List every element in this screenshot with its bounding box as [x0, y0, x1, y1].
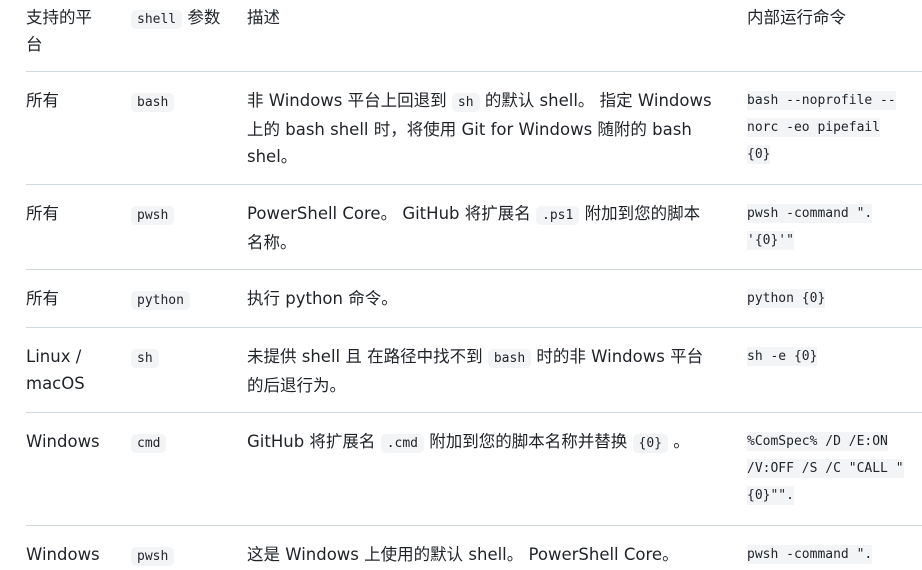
row-command: %ComSpec% /D /E:ON /V:OFF /S /C "CALL " … — [747, 428, 919, 509]
cmd-line: %ComSpec% /D /E:ON — [747, 428, 919, 455]
desc-text: 时的非 Windows 平台 — [536, 347, 704, 366]
desc-text: 。 — [673, 432, 690, 451]
cmd-text: /V:OFF /S /C "CALL " — [747, 459, 904, 478]
cmd-line: pwsh -command ". — [747, 200, 919, 227]
desc-code: .cmd — [380, 434, 424, 453]
row-platform: 所有 — [26, 289, 59, 308]
row-command: pwsh -command ". '{0}'" — [747, 200, 919, 254]
cmd-line: norc -eo pipefail — [747, 114, 919, 141]
cmd-line: bash --noprofile -- — [747, 87, 919, 114]
row-platform: Windows — [26, 432, 100, 451]
cmd-text: pwsh -command ". — [747, 545, 873, 564]
desc-text: 未提供 shell 且 在路径中找不到 — [247, 347, 483, 366]
table-header-row: 支持的平 台 shell 参数 描述 内部运行命令 — [0, 4, 922, 70]
divider — [26, 412, 922, 413]
row-platform: Windows — [26, 545, 100, 564]
param-code: pwsh — [131, 206, 175, 225]
header-param-code: shell — [131, 10, 183, 29]
row-command: sh -e {0} — [747, 343, 919, 370]
row-param: python — [131, 285, 241, 314]
row-platform: Linux / macOS — [26, 343, 116, 397]
row-description: 非 Windows 平台上回退到 sh 的默认 shell。 指定 Window… — [247, 87, 732, 170]
cmd-line: sh -e {0} — [747, 343, 919, 370]
desc-text: 的默认 shell。 指定 Windows — [484, 91, 712, 110]
cmd-text: {0} — [747, 145, 771, 164]
desc-code: {0} — [632, 434, 668, 453]
param-code: cmd — [131, 434, 167, 453]
header-cmd: 内部运行命令 — [747, 8, 846, 27]
cmd-line: pwsh -command ". — [747, 541, 919, 568]
desc-text: 非 Windows 平台上回退到 — [247, 91, 447, 110]
desc-code: .ps1 — [536, 206, 580, 225]
table-row: Linux / macOS sh 未提供 shell 且 在路径中找不到 bas… — [0, 343, 922, 411]
row-description: 执行 python 命令。 — [247, 289, 398, 308]
row-description: GitHub 将扩展名 .cmd 附加到您的脚本名称并替换 {0} 。 — [247, 428, 732, 457]
row-description: PowerShell Core。 GitHub 将扩展名 .ps1 附加到您的脚… — [247, 200, 732, 256]
platform-line: Linux / — [26, 347, 82, 366]
row-command: python {0} — [747, 285, 919, 312]
desc-code: bash — [487, 349, 532, 368]
desc-line: PowerShell Core。 GitHub 将扩展名 .ps1 附加到您的脚… — [247, 200, 732, 229]
cmd-line: {0} — [747, 141, 919, 168]
desc-line: 名称。 — [247, 233, 297, 252]
header-platform-line1: 支持的平 — [26, 8, 92, 27]
desc-text: GitHub 将扩展名 — [247, 432, 376, 451]
table-row: 所有 pwsh PowerShell Core。 GitHub 将扩展名 .ps… — [0, 200, 922, 268]
desc-text: 附加到您的脚本名称并替换 — [429, 432, 628, 451]
desc-line: shel。 — [247, 147, 298, 166]
desc-line: 未提供 shell 且 在路径中找不到 bash 时的非 Windows 平台 — [247, 343, 732, 372]
cmd-text: sh -e {0} — [747, 347, 818, 366]
row-param: sh — [131, 343, 241, 372]
desc-text: PowerShell Core。 GitHub 将扩展名 — [247, 204, 531, 223]
row-platform: 所有 — [26, 204, 59, 223]
header-desc: 描述 — [247, 8, 280, 27]
divider — [26, 269, 922, 270]
table-row: Windows cmd GitHub 将扩展名 .cmd 附加到您的脚本名称并替… — [0, 428, 922, 524]
divider — [26, 327, 922, 328]
row-param: pwsh — [131, 200, 241, 229]
param-code: sh — [131, 349, 159, 368]
row-platform: 所有 — [26, 91, 59, 110]
divider — [26, 184, 922, 185]
desc-text: 附加到您的脚本 — [584, 204, 701, 223]
row-command: pwsh -command ". — [747, 541, 919, 568]
cmd-text: {0}"". — [747, 486, 794, 505]
table-row: 所有 bash 非 Windows 平台上回退到 sh 的默认 shell。 指… — [0, 87, 922, 183]
param-code: bash — [131, 93, 175, 112]
cmd-text: norc -eo pipefail — [747, 118, 881, 137]
desc-line: 的后退行为。 — [247, 376, 346, 395]
platform-line: macOS — [26, 374, 85, 393]
desc-line: 非 Windows 平台上回退到 sh 的默认 shell。 指定 Window… — [247, 87, 732, 116]
row-param: cmd — [131, 428, 241, 457]
divider — [26, 71, 922, 72]
header-platform: 支持的平 台 — [26, 4, 116, 58]
cmd-text: pwsh -command ". — [747, 204, 873, 223]
cmd-line: /V:OFF /S /C "CALL " — [747, 455, 919, 482]
cmd-line: '{0}'" — [747, 227, 919, 254]
cmd-line: python {0} — [747, 285, 919, 312]
header-param-text: 参数 — [187, 8, 221, 27]
table-row: Windows pwsh 这是 Windows 上使用的默认 shell。 Po… — [0, 541, 922, 567]
cmd-line: {0}"". — [747, 482, 919, 509]
row-description: 未提供 shell 且 在路径中找不到 bash 时的非 Windows 平台 … — [247, 343, 732, 399]
param-code: python — [131, 291, 190, 310]
cmd-text: '{0}'" — [747, 231, 794, 250]
row-description: 这是 Windows 上使用的默认 shell。 PowerShell Core… — [247, 545, 679, 564]
header-param: shell 参数 — [131, 4, 246, 33]
desc-code: sh — [451, 93, 480, 112]
cmd-text: python {0} — [747, 289, 826, 308]
param-code: pwsh — [131, 547, 175, 566]
header-platform-line2: 台 — [26, 35, 43, 54]
row-param: bash — [131, 87, 241, 116]
divider — [26, 525, 922, 526]
row-command: bash --noprofile -- norc -eo pipefail {0… — [747, 87, 919, 168]
desc-line: 上的 bash shell 时，将使用 Git for Windows 随附的 … — [247, 120, 692, 139]
table-row: 所有 python 执行 python 命令。 python {0} — [0, 285, 922, 325]
cmd-text: bash --noprofile -- — [747, 91, 896, 110]
row-param: pwsh — [131, 541, 241, 570]
cmd-text: %ComSpec% /D /E:ON — [747, 432, 888, 451]
